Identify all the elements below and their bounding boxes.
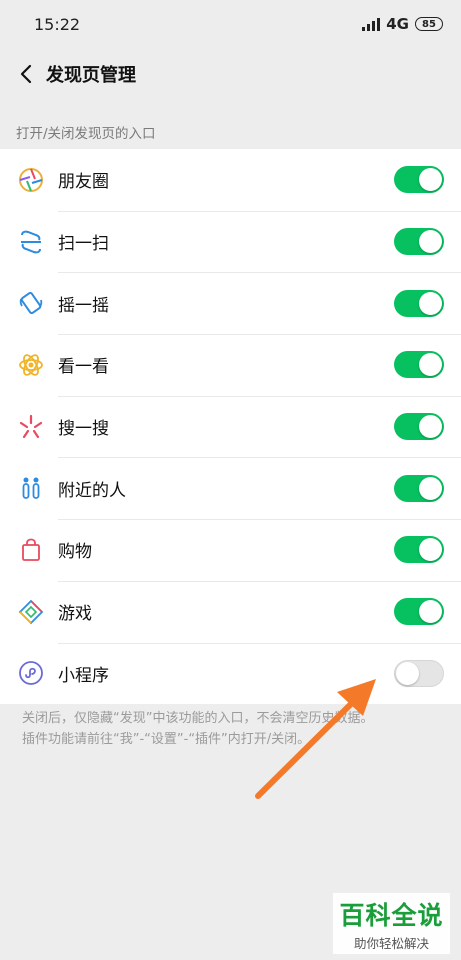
annotation-arrow bbox=[255, 679, 376, 799]
watermark-logo: 百科全说 助你轻松解决 bbox=[333, 893, 450, 954]
watermark-title: 百科全说 bbox=[339, 900, 444, 930]
watermark-subtitle: 助你轻松解决 bbox=[353, 935, 429, 951]
